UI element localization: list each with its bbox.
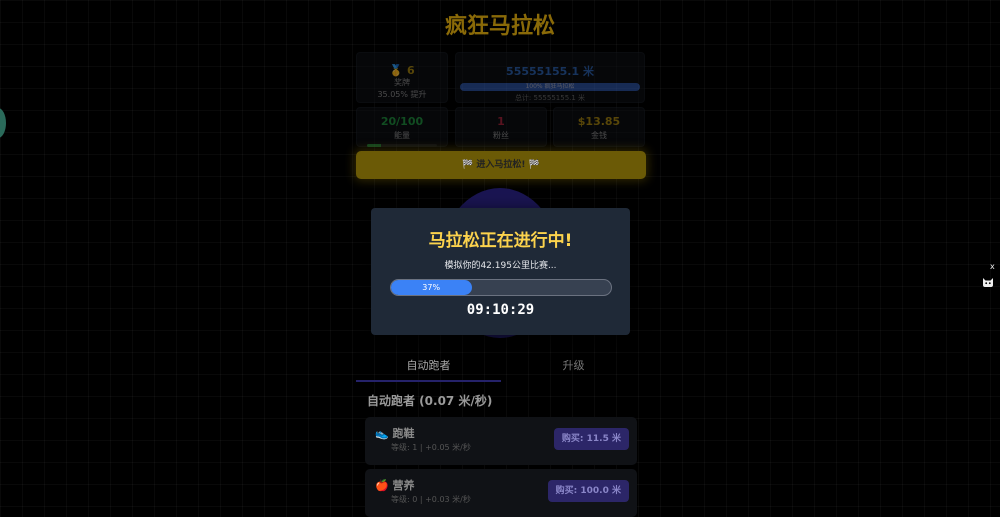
upgrade-card-shoes: 👟 跑鞋 等级: 1 | +0.05 米/秒 购买: 11.5 米 — [365, 417, 637, 465]
modal-subtitle: 模拟你的42.195公里比赛... — [444, 261, 557, 271]
distance-progress-text: 100% 疯狂马拉松 — [525, 83, 575, 90]
medal-count: 6 — [406, 64, 415, 77]
tab-upgrades[interactable]: 升级 — [501, 350, 646, 382]
upgrade-info: 等级: 0 | +0.03 米/秒 — [391, 495, 471, 504]
distance-progress-bar: 100% 疯狂马拉松 — [460, 83, 640, 91]
medal-label: 奖牌 — [394, 78, 410, 87]
fans-panel: 1 粉丝 — [455, 107, 547, 147]
medal-bonus: 35.05% 提升 — [377, 90, 427, 99]
energy-panel: 20/100 能量 — [356, 107, 448, 147]
upgrade-name: 跑鞋 — [392, 427, 415, 440]
marathon-modal: 马拉松正在进行中! 模拟你的42.195公里比赛... 37% 09:10:29 — [371, 208, 630, 335]
money-value: $13.85 — [577, 115, 621, 128]
buy-shoes-button[interactable]: 购买: 11.5 米 — [553, 428, 629, 450]
race-progress-text: 37% — [422, 283, 441, 292]
race-timer: 09:10:29 — [466, 302, 535, 318]
tab-auto-runners[interactable]: 自动跑者 — [356, 350, 501, 382]
money-label: 金钱 — [591, 131, 607, 140]
section-title: 自动跑者 (0.07 米/秒) — [367, 394, 493, 408]
energy-bar — [367, 144, 437, 147]
distance-panel: 55555155.1 米 100% 疯狂马拉松 总计: 55555155.1 米 — [455, 52, 645, 103]
upgrade-card-nutrition: 🍎 营养 等级: 0 | +0.03 米/秒 购买: 100.0 米 — [365, 469, 637, 517]
tab-bar: 自动跑者 升级 — [356, 350, 646, 382]
medal-panel: 🥇 6 奖牌 35.05% 提升 — [356, 52, 448, 103]
game-title: 疯狂马拉松 — [444, 14, 555, 39]
money-panel: $13.85 金钱 — [553, 107, 645, 147]
distance-value: 55555155.1 米 — [506, 65, 594, 78]
fans-label: 粉丝 — [493, 131, 509, 140]
shoe-icon: 👟 — [375, 427, 389, 440]
buy-nutrition-button[interactable]: 购买: 100.0 米 — [547, 480, 629, 502]
fans-value: 1 — [497, 115, 505, 128]
side-close-button[interactable]: x — [990, 262, 995, 271]
upgrade-info: 等级: 1 | +0.05 米/秒 — [391, 443, 471, 452]
cat-icon[interactable] — [982, 276, 994, 291]
race-progress-bar: 37% — [389, 279, 612, 296]
distance-total: 总计: 55555155.1 米 — [514, 94, 586, 102]
left-edge-widget[interactable] — [0, 108, 6, 138]
upgrade-name: 营养 — [392, 479, 415, 492]
energy-label: 能量 — [394, 131, 410, 140]
start-marathon-button[interactable]: 🏁 进入马拉松! 🏁 — [356, 151, 646, 179]
modal-title: 马拉松正在进行中! — [428, 231, 573, 251]
medal-icon: 🥇 — [389, 64, 404, 77]
apple-icon: 🍎 — [375, 479, 389, 492]
energy-value: 20/100 — [380, 115, 424, 128]
